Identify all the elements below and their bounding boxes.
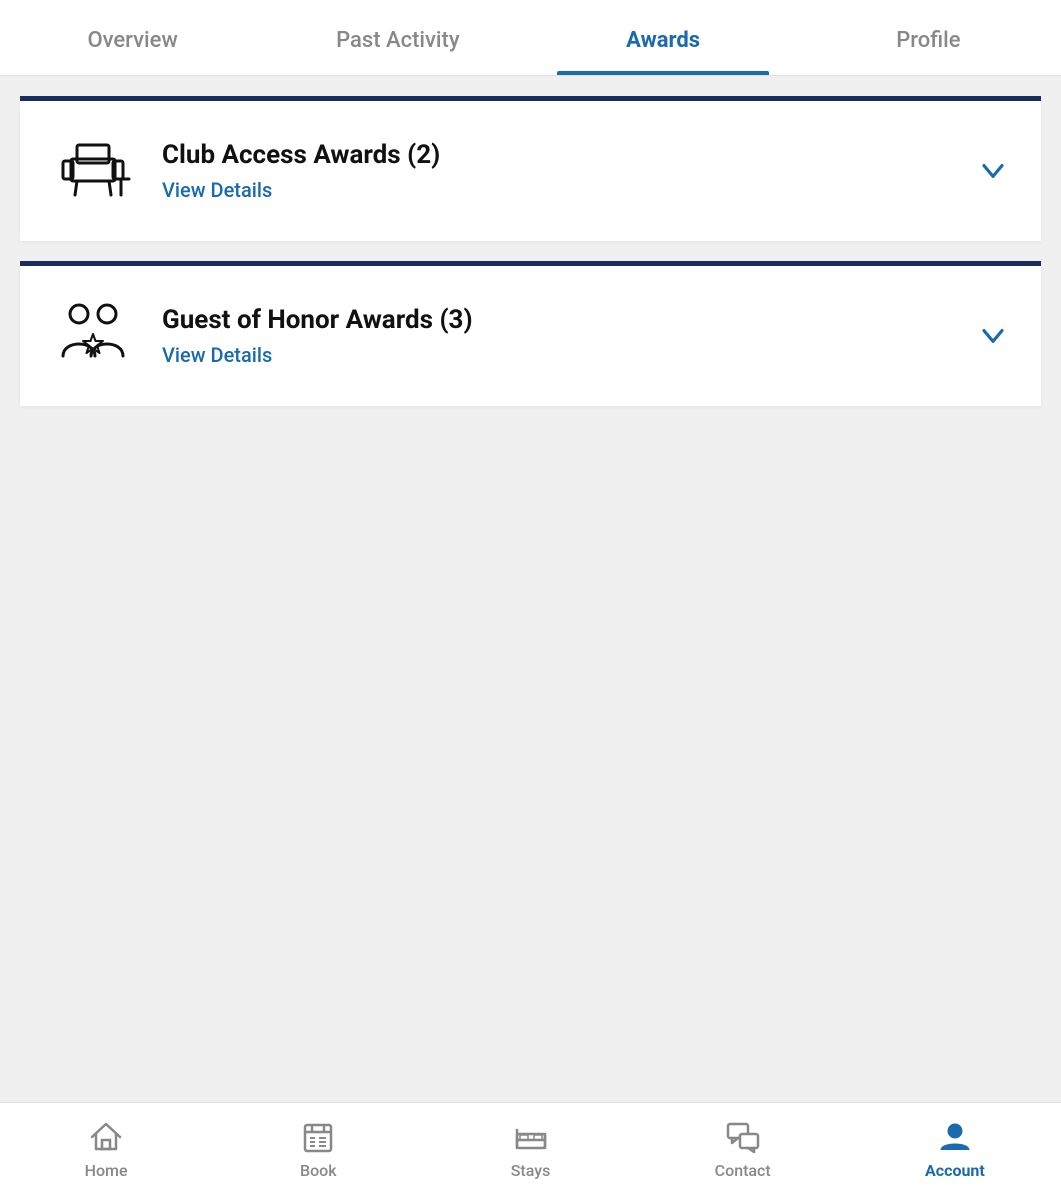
tabs-bar: Overview Past Activity Awards Profile xyxy=(0,0,1061,76)
nav-contact[interactable]: Contact xyxy=(637,1119,849,1180)
tab-past-activity[interactable]: Past Activity xyxy=(265,0,530,75)
club-access-card-wrapper: Club Access Awards (2) View Details xyxy=(0,96,1061,241)
guest-of-honor-view-details[interactable]: View Details xyxy=(162,343,949,367)
tab-awards[interactable]: Awards xyxy=(531,0,796,75)
tab-profile[interactable]: Profile xyxy=(796,0,1061,75)
guest-of-honor-icon xyxy=(48,296,138,376)
account-icon xyxy=(937,1119,973,1155)
nav-stays[interactable]: Stays xyxy=(424,1119,636,1180)
book-icon xyxy=(300,1119,336,1155)
home-icon xyxy=(88,1119,124,1155)
nav-account[interactable]: Account xyxy=(849,1119,1061,1180)
guest-of-honor-info: Guest of Honor Awards (3) View Details xyxy=(162,305,949,367)
bottom-nav: Home Book xyxy=(0,1102,1061,1200)
guest-of-honor-card-wrapper: Guest of Honor Awards (3) View Details xyxy=(0,261,1061,406)
guest-of-honor-card: Guest of Honor Awards (3) View Details xyxy=(20,266,1041,406)
nav-contact-label: Contact xyxy=(715,1161,771,1180)
club-access-card: Club Access Awards (2) View Details xyxy=(20,101,1041,241)
main-content: Club Access Awards (2) View Details xyxy=(0,76,1061,1102)
club-access-title: Club Access Awards (2) xyxy=(162,140,949,170)
tab-overview[interactable]: Overview xyxy=(0,0,265,75)
guest-of-honor-chevron[interactable] xyxy=(973,318,1013,354)
nav-account-label: Account xyxy=(925,1161,985,1180)
club-access-chevron[interactable] xyxy=(973,153,1013,189)
contact-icon xyxy=(725,1119,761,1155)
nav-home[interactable]: Home xyxy=(0,1119,212,1180)
stays-icon xyxy=(513,1119,549,1155)
guest-of-honor-title: Guest of Honor Awards (3) xyxy=(162,305,949,335)
nav-book-label: Book xyxy=(300,1161,337,1180)
club-access-view-details[interactable]: View Details xyxy=(162,178,949,202)
nav-book[interactable]: Book xyxy=(212,1119,424,1180)
club-access-info: Club Access Awards (2) View Details xyxy=(162,140,949,202)
club-access-icon xyxy=(48,131,138,211)
nav-home-label: Home xyxy=(85,1161,128,1180)
nav-stays-label: Stays xyxy=(511,1161,551,1180)
